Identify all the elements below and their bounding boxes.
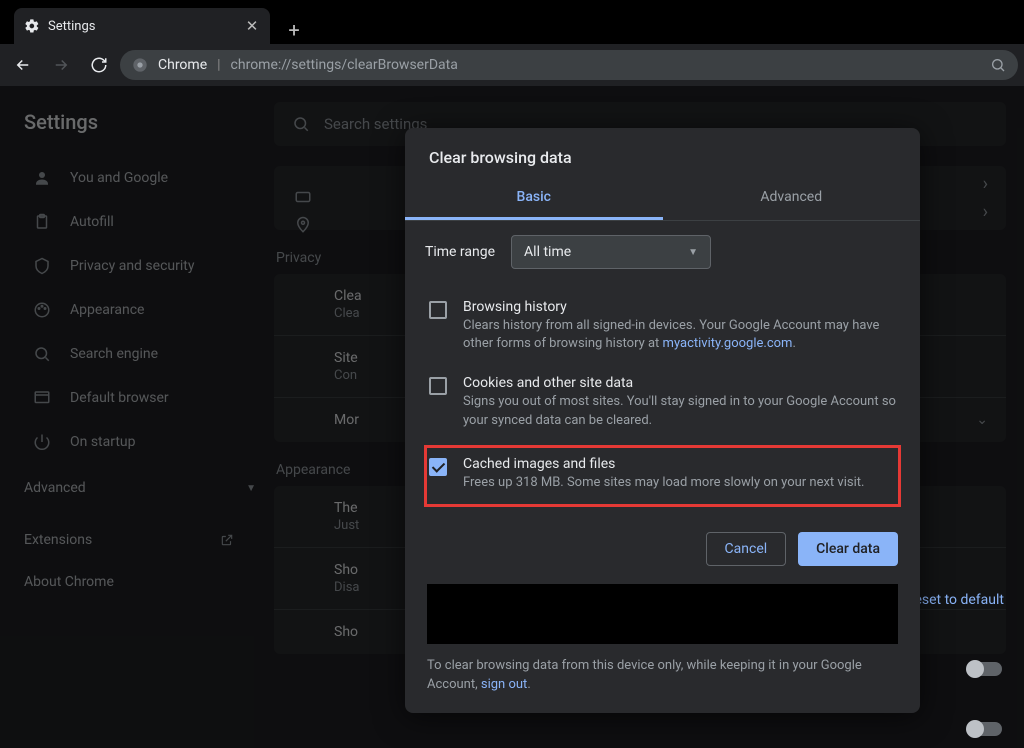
toggle-switch[interactable] [968,662,1002,676]
myactivity-link[interactable]: myactivity.google.com [663,336,793,351]
option-browsing-history[interactable]: Browsing history Clears history from all… [425,293,900,369]
chrome-logo-icon [132,57,148,73]
search-icon[interactable] [990,57,1006,73]
forward-button[interactable] [44,48,78,82]
reset-to-default-link[interactable]: Reset to default [906,592,1004,608]
dialog-title: Clear browsing data [405,128,920,177]
option-desc: Frees up 318 MB. Some sites may load mor… [463,474,864,492]
option-title: Browsing history [463,299,896,315]
clear-data-button[interactable]: Clear data [798,532,898,566]
checkbox-cookies[interactable] [429,377,447,395]
tab-title: Settings [48,19,236,34]
option-title: Cookies and other site data [463,375,896,391]
chevron-down-icon: ▼ [688,247,698,258]
cancel-button[interactable]: Cancel [706,532,787,566]
address-bar[interactable]: Chrome | chrome://settings/clearBrowserD… [120,50,1018,80]
new-tab-button[interactable]: + [280,16,308,44]
sign-out-link[interactable]: sign out [481,677,527,692]
omnibox-chrome-label: Chrome [158,57,207,73]
back-button[interactable] [6,48,40,82]
option-desc: Signs you out of most sites. You'll stay… [463,393,896,429]
option-title: Cached images and files [463,456,864,472]
gear-icon [24,18,40,34]
toggle-switch[interactable] [968,722,1002,736]
dialog-footer: To clear browsing data from this device … [405,650,920,713]
tab-close-icon[interactable]: ✕ [244,18,260,34]
browser-tab[interactable]: Settings ✕ [14,8,270,44]
time-range-select[interactable]: All time ▼ [511,235,711,269]
clear-browsing-data-dialog: Clear browsing data Basic Advanced Time … [405,128,920,713]
tab-basic[interactable]: Basic [405,177,663,220]
option-cached-images[interactable]: Cached images and files Frees up 318 MB.… [425,446,900,506]
tab-advanced[interactable]: Advanced [663,177,921,220]
dialog-tabs: Basic Advanced [405,177,920,221]
settings-app: Settings You and Google Autofill Privacy… [0,86,1024,748]
browser-toolbar: Chrome | chrome://settings/clearBrowserD… [0,44,1024,86]
checkbox-browsing-history[interactable] [429,301,447,319]
omnibox-url: chrome://settings/clearBrowserData [231,57,458,73]
checkbox-cached-images[interactable] [429,458,447,476]
option-desc: Clears history from all signed-in device… [463,317,896,353]
time-range-label: Time range [425,244,495,260]
option-cookies[interactable]: Cookies and other site data Signs you ou… [425,369,900,445]
reload-button[interactable] [82,48,116,82]
redacted-area [427,584,898,644]
time-range-value: All time [524,244,571,260]
tab-strip: Settings ✕ + [0,0,1024,44]
